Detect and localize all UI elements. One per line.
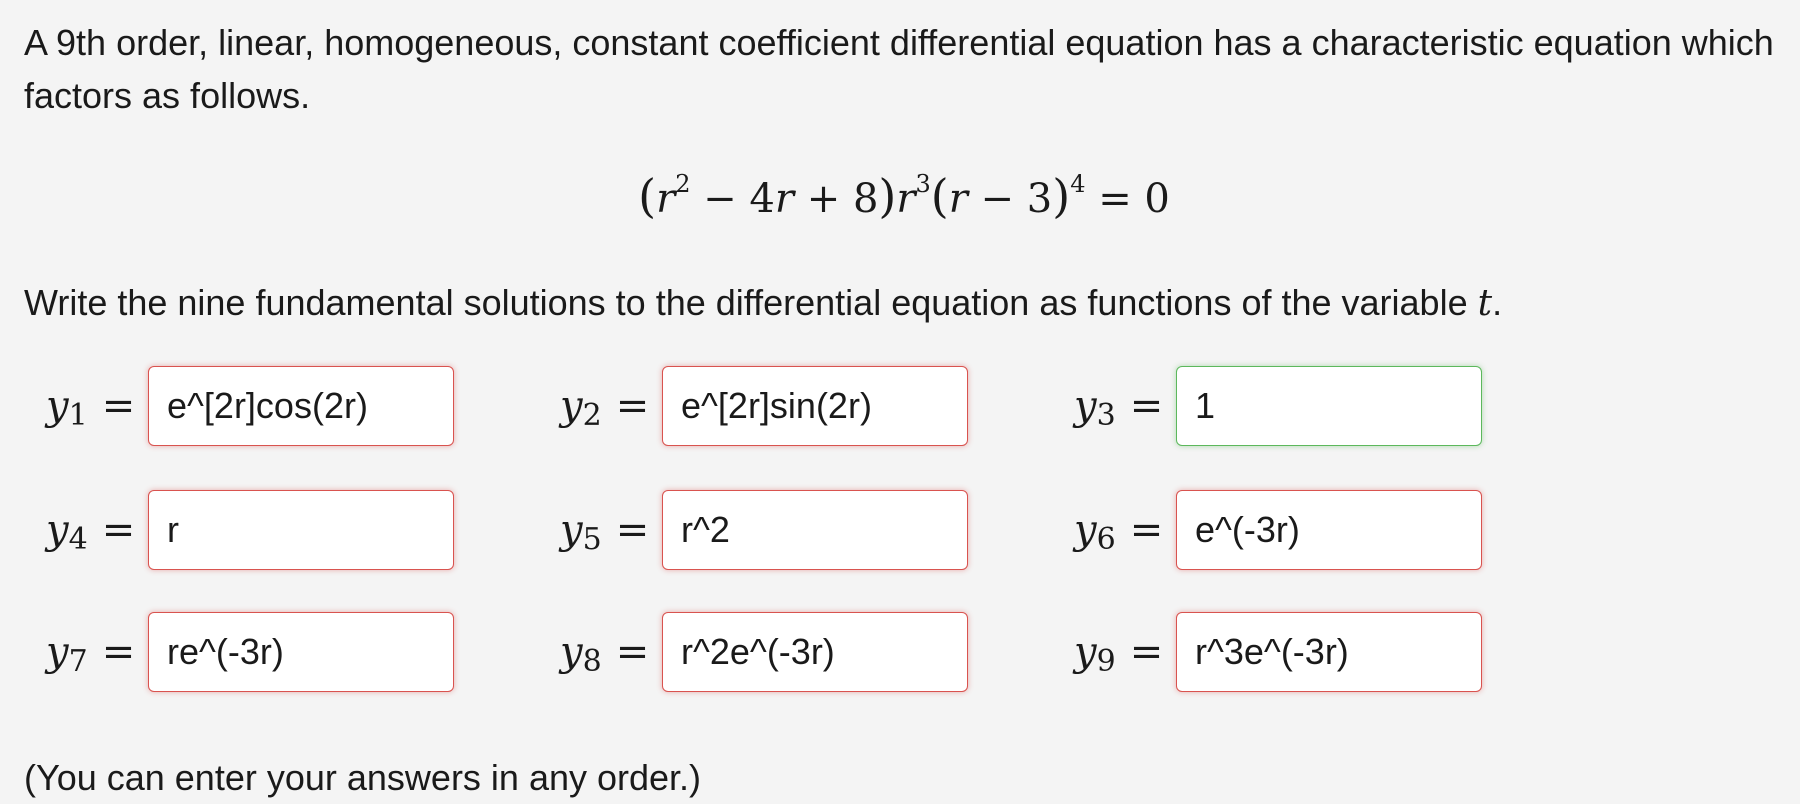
eq-close-paren-2: ) — [1052, 169, 1071, 223]
answer-label-var: y — [560, 507, 583, 553]
answer-label-var: y — [560, 629, 583, 675]
answer-label-var: y — [46, 629, 69, 675]
answer-input-y1[interactable]: e^[2r]cos(2r) — [148, 366, 454, 446]
answer-input-y8[interactable]: r^2e^(-3r) — [662, 612, 968, 692]
answer-label-y5: y5 = — [560, 490, 649, 570]
answer-input-y6[interactable]: e^(-3r) — [1176, 490, 1482, 570]
answer-label-subscript: 6 — [1096, 522, 1116, 557]
answer-label-subscript: 9 — [1096, 644, 1116, 679]
answer-label-equals: = — [101, 507, 136, 553]
eq-open-paren-1: ( — [638, 169, 657, 223]
answer-label-equals: = — [101, 629, 136, 675]
answer-input-y5[interactable]: r^2 — [662, 490, 968, 570]
answer-label-y1: y1 = — [46, 366, 135, 446]
eq-close-paren-1: ) — [878, 169, 897, 223]
answer-label-equals: = — [615, 629, 650, 675]
answer-label-y3: y3 = — [1074, 366, 1163, 446]
answer-label-equals: = — [101, 383, 136, 429]
problem-footer: (You can enter your answers in any order… — [24, 757, 702, 798]
answer-label-y2: y2 = — [560, 366, 649, 446]
answer-label-y4: y4 = — [46, 490, 135, 570]
answer-label-subscript: 4 — [68, 522, 88, 557]
answer-row: y4 = r y5 = r^2 y6 = e^(-3r) — [24, 490, 1784, 570]
instruction-variable: t — [1477, 283, 1493, 324]
eq-rhs-zero: = 0 — [1085, 176, 1170, 222]
eq-var-r: r — [656, 176, 676, 222]
answer-label-var: y — [1074, 383, 1097, 429]
answer-label-equals: = — [615, 383, 650, 429]
eq-var-r: r — [774, 176, 794, 222]
answer-label-equals: = — [615, 507, 650, 553]
answer-label-subscript: 8 — [582, 644, 602, 679]
answer-input-y7[interactable]: re^(-3r) — [148, 612, 454, 692]
answer-input-y4[interactable]: r — [148, 490, 454, 570]
answer-label-y6: y6 = — [1074, 490, 1163, 570]
answer-label-subscript: 1 — [68, 398, 88, 433]
instruction-period: . — [1492, 282, 1503, 323]
answer-label-equals: = — [1129, 629, 1164, 675]
answer-label-equals: = — [1129, 507, 1164, 553]
eq-exponent-2: 2 — [675, 170, 691, 198]
answer-label-y9: y9 = — [1074, 612, 1163, 692]
answer-label-subscript: 7 — [68, 644, 88, 679]
answer-label-var: y — [46, 507, 69, 553]
answer-label-var: y — [46, 383, 69, 429]
answer-label-equals: = — [1129, 383, 1164, 429]
answer-row: y7 = re^(-3r) y8 = r^2e^(-3r) y9 = r^3e^(-3r) — [24, 612, 1784, 692]
answer-label-subscript: 3 — [1096, 398, 1116, 433]
characteristic-equation: (r2 − 4r + 8)r3(r − 3)4 = 0 — [24, 166, 1784, 229]
problem-intro: A 9th order, linear, homogeneous, consta… — [24, 22, 1774, 116]
answer-label-y7: y7 = — [46, 612, 135, 692]
answer-input-y9[interactable]: r^3e^(-3r) — [1176, 612, 1482, 692]
answer-label-var: y — [1074, 507, 1097, 553]
answer-label-subscript: 5 — [582, 522, 602, 557]
answer-label-var: y — [560, 383, 583, 429]
problem-container: A 9th order, linear, homogeneous, consta… — [24, 16, 1784, 798]
answer-input-y3[interactable]: 1 — [1176, 366, 1482, 446]
answer-row: y1 = e^[2r]cos(2r) y2 = e^[2r]sin(2r) y3 = 1 — [24, 366, 1784, 446]
eq-exponent-4: 4 — [1070, 170, 1086, 198]
eq-exponent-3: 3 — [915, 170, 931, 198]
eq-term-minus-3: − 3 — [967, 176, 1053, 222]
instruction-text: Write the nine fundamental solutions to … — [24, 282, 1468, 323]
answer-label-subscript: 2 — [582, 398, 602, 433]
eq-var-r: r — [896, 176, 916, 222]
eq-term-minus-4: − 4 — [690, 176, 775, 222]
eq-open-paren-2: ( — [930, 169, 949, 223]
problem-instruction: Write the nine fundamental solutions to … — [24, 276, 1502, 330]
answer-label-y8: y8 = — [560, 612, 649, 692]
answer-label-var: y — [1074, 629, 1097, 675]
eq-term-plus-8: + 8 — [794, 176, 879, 222]
eq-var-r: r — [948, 176, 968, 222]
answer-input-y2[interactable]: e^[2r]sin(2r) — [662, 366, 968, 446]
